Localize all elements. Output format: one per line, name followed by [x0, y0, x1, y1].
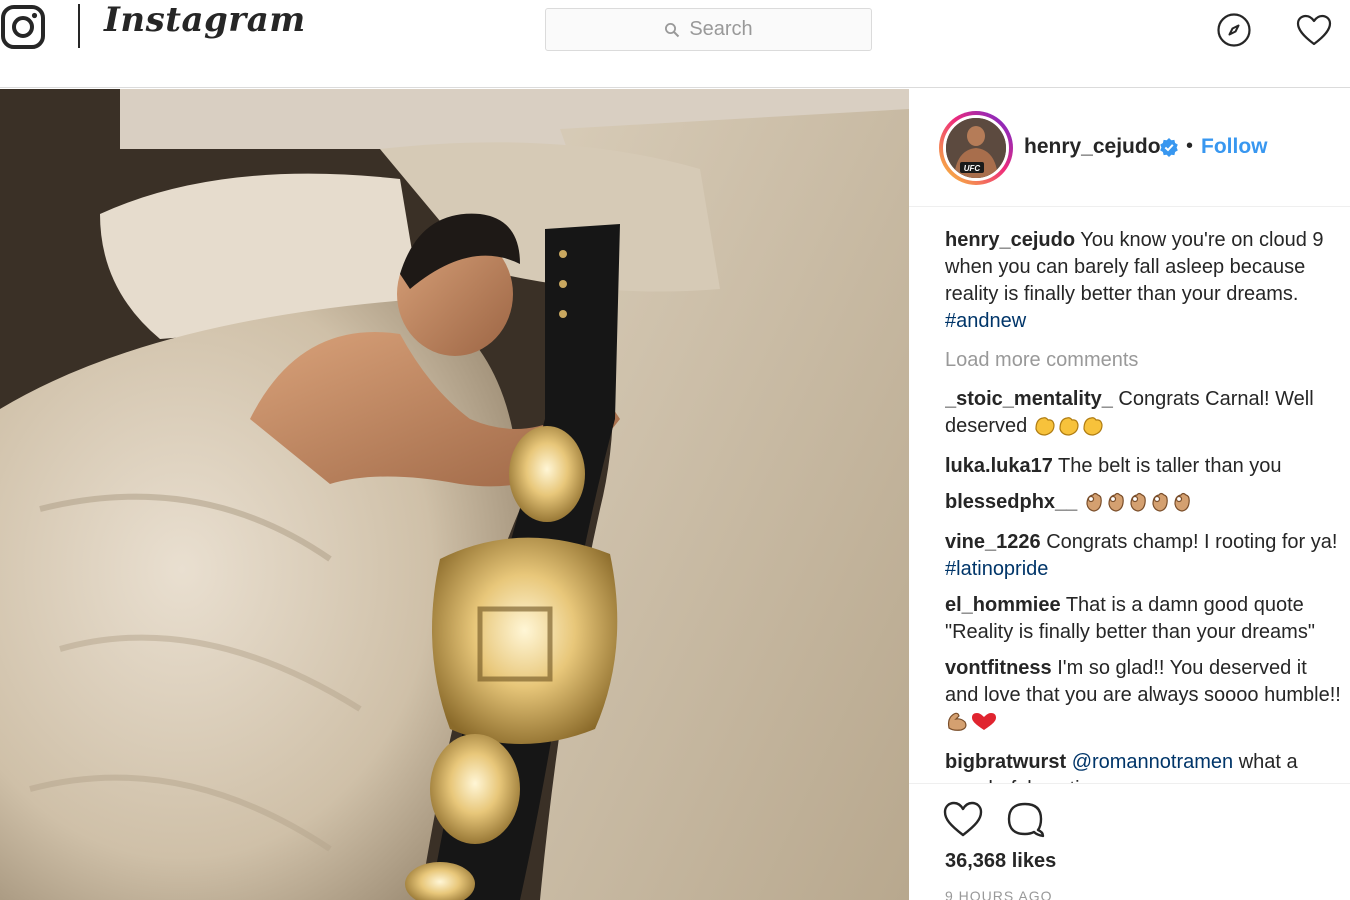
search-input[interactable]: Search: [545, 8, 872, 51]
search-placeholder: Search: [689, 18, 753, 40]
comment-username[interactable]: blessedphx__: [945, 491, 1077, 513]
clapping-hands-emoji-icon: [1033, 414, 1105, 444]
post-author-username[interactable]: henry_cejudo: [1024, 135, 1161, 159]
comments-list: henry_cejudo You know you're on cloud 9 …: [945, 227, 1345, 783]
likes-count[interactable]: 36,368 likes: [945, 850, 1056, 873]
caption-username[interactable]: henry_cejudo: [945, 229, 1075, 251]
search-icon: [665, 22, 680, 37]
comment-item: _stoic_mentality_ Congrats Carnal! Well …: [945, 386, 1345, 444]
comment-username[interactable]: luka.luka17: [945, 455, 1053, 477]
story-ring[interactable]: UFC: [939, 111, 1013, 185]
comment-bubble-icon[interactable]: [1005, 800, 1045, 838]
instagram-wordmark-logo[interactable]: Instagram: [104, 0, 306, 40]
comment-item: vine_1226 Congrats champ! I rooting for …: [945, 529, 1345, 583]
avatar-ufc-label: UFC: [964, 164, 981, 173]
comment-item: el_hommiee That is a damn good quote "Re…: [945, 592, 1345, 646]
post-photo[interactable]: [0, 89, 909, 900]
avatar-image: UFC: [946, 118, 1006, 178]
comment-username[interactable]: vontfitness: [945, 657, 1052, 679]
post-detail-panel: UFC henry_cejudo • Follow henry_cejudo Y…: [909, 89, 1350, 900]
like-heart-icon[interactable]: [943, 800, 983, 838]
comment-username[interactable]: _stoic_mentality_: [945, 388, 1113, 410]
comment-text: Congrats champ! I rooting for ya!: [1046, 531, 1338, 553]
comment-hashtag[interactable]: #latinopride: [945, 558, 1048, 580]
comment-username[interactable]: vine_1226: [945, 531, 1041, 553]
verified-badge-icon: [1160, 138, 1178, 157]
top-navigation-bar: Instagram Search: [0, 0, 1350, 88]
instagram-glyph-icon[interactable]: [0, 4, 46, 50]
post-image: [0, 89, 909, 900]
avatar[interactable]: UFC: [943, 115, 1009, 181]
comment-item: vontfitness I'm so glad!! You deserved i…: [945, 655, 1345, 740]
comment-item: blessedphx__: [945, 489, 1345, 520]
post-actions: 36,368 likes 9 HOURS AGO: [909, 783, 1350, 900]
comment-item: bigbratwurst @romannotramen what a wonde…: [945, 749, 1345, 783]
comment-username[interactable]: el_hommiee: [945, 594, 1061, 616]
comment-username[interactable]: bigbratwurst: [945, 751, 1066, 773]
header-separator: •: [1186, 135, 1194, 157]
post-timestamp[interactable]: 9 HOURS AGO: [945, 888, 1052, 900]
comment-mention[interactable]: @romannotramen: [1072, 751, 1233, 773]
comment-text: The belt is taller than you: [1058, 455, 1282, 477]
flexed-biceps-and-heart-emoji-icon: [945, 710, 997, 740]
caption: henry_cejudo You know you're on cloud 9 …: [945, 227, 1345, 335]
nav-divider: [78, 4, 80, 48]
explore-compass-icon[interactable]: [1216, 12, 1252, 48]
post-header: UFC henry_cejudo • Follow: [909, 89, 1350, 207]
load-more-comments-button[interactable]: Load more comments: [945, 347, 1345, 374]
caption-hashtag[interactable]: #andnew: [945, 310, 1026, 332]
comment-item: luka.luka17 The belt is taller than you: [945, 453, 1345, 480]
activity-heart-icon[interactable]: [1296, 13, 1332, 49]
follow-button[interactable]: Follow: [1201, 135, 1268, 159]
ok-hand-emoji-icon: [1083, 490, 1191, 520]
